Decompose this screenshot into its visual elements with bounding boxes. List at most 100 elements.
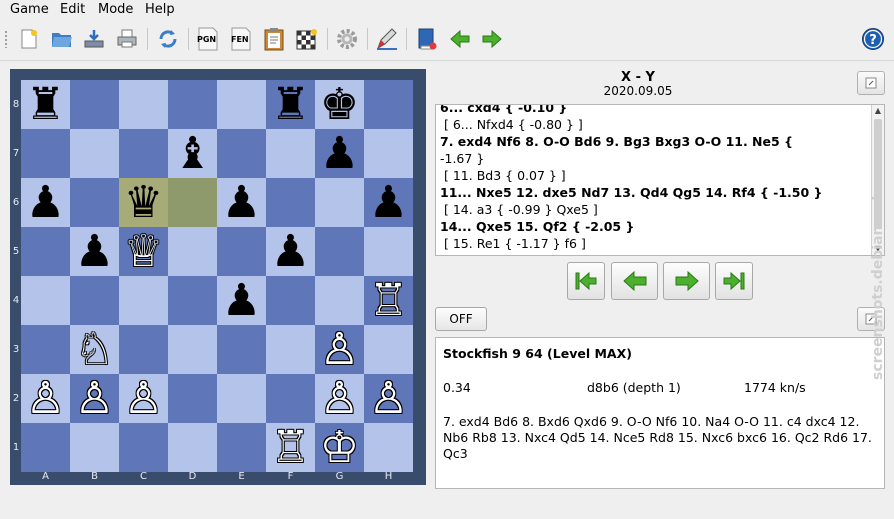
square-d4[interactable] [168, 276, 217, 325]
move-line[interactable]: 11... Nxe5 12. dxe5 Nd7 13. Qd4 Qg5 14. … [440, 184, 868, 201]
black-rook-icon[interactable]: ♜ [26, 80, 65, 129]
square-b2[interactable]: ♙ [70, 374, 119, 423]
square-a3[interactable] [21, 325, 70, 374]
black-king-icon[interactable]: ♚ [320, 80, 359, 129]
white-rook-icon[interactable]: ♖ [369, 276, 408, 325]
square-h5[interactable] [364, 227, 413, 276]
square-h4[interactable]: ♖ [364, 276, 413, 325]
square-f1[interactable]: ♖ [266, 423, 315, 472]
square-e5[interactable] [217, 227, 266, 276]
black-rook-icon[interactable]: ♜ [271, 80, 310, 129]
square-c4[interactable] [119, 276, 168, 325]
square-d5[interactable] [168, 227, 217, 276]
square-b6[interactable] [70, 178, 119, 227]
white-rook-icon[interactable]: ♖ [271, 423, 310, 472]
help-button[interactable]: ? [859, 25, 887, 53]
next-move-button[interactable] [663, 262, 710, 300]
square-a5[interactable] [21, 227, 70, 276]
move-line[interactable]: 15... Qd6 16. Rf1 f6 17. Bd3 Qe5 { -1.20… [440, 252, 868, 255]
variation-line[interactable]: [ 11. Bd3 { 0.07 } ] [440, 167, 868, 184]
black-pawn-icon[interactable]: ♟ [26, 178, 65, 227]
black-queen-icon[interactable]: ♛ [124, 178, 163, 227]
square-d8[interactable] [168, 80, 217, 129]
square-d7[interactable]: ♝ [168, 129, 217, 178]
square-d1[interactable] [168, 423, 217, 472]
menu-help[interactable]: Help [145, 2, 175, 17]
back-button[interactable] [446, 25, 474, 53]
black-pawn-icon[interactable]: ♟ [75, 227, 114, 276]
refresh-button[interactable] [154, 25, 182, 53]
square-h8[interactable] [364, 80, 413, 129]
square-f4[interactable] [266, 276, 315, 325]
square-b7[interactable] [70, 129, 119, 178]
engine-toggle-button[interactable]: OFF [435, 307, 487, 331]
white-king-icon[interactable]: ♔ [320, 423, 359, 472]
toolbar-grip[interactable] [4, 30, 8, 48]
clipboard-button[interactable] [260, 25, 288, 53]
square-c5[interactable]: ♕ [119, 227, 168, 276]
square-f2[interactable] [266, 374, 315, 423]
square-b3[interactable]: ♘ [70, 325, 119, 374]
square-h2[interactable]: ♙ [364, 374, 413, 423]
square-f3[interactable] [266, 325, 315, 374]
fen-button[interactable]: FEN [227, 25, 255, 53]
move-list[interactable]: 6... cxd4 { -0.10 }[ 6... Nfxd4 { -0.80 … [435, 104, 885, 256]
square-b8[interactable] [70, 80, 119, 129]
square-e8[interactable] [217, 80, 266, 129]
square-e6[interactable]: ♟ [217, 178, 266, 227]
square-e2[interactable] [217, 374, 266, 423]
variation-line[interactable]: [ 6... Nfxd4 { -0.80 } ] [440, 116, 868, 133]
square-b4[interactable] [70, 276, 119, 325]
white-knight-icon[interactable]: ♘ [75, 325, 114, 374]
square-e4[interactable]: ♟ [217, 276, 266, 325]
move-line[interactable]: -1.67 } [440, 150, 868, 167]
settings-button[interactable] [333, 25, 361, 53]
square-a2[interactable]: ♙ [21, 374, 70, 423]
black-pawn-icon[interactable]: ♟ [222, 178, 261, 227]
square-b1[interactable] [70, 423, 119, 472]
white-pawn-icon[interactable]: ♙ [124, 374, 163, 423]
square-g6[interactable] [315, 178, 364, 227]
square-d3[interactable] [168, 325, 217, 374]
square-c3[interactable] [119, 325, 168, 374]
square-h6[interactable]: ♟ [364, 178, 413, 227]
open-button[interactable] [48, 25, 76, 53]
forward-button[interactable] [478, 25, 506, 53]
book-button[interactable] [413, 25, 441, 53]
square-f7[interactable] [266, 129, 315, 178]
new-game-button[interactable] [15, 25, 43, 53]
square-h3[interactable] [364, 325, 413, 374]
square-a4[interactable] [21, 276, 70, 325]
move-line[interactable]: 6... cxd4 { -0.10 } [440, 105, 868, 116]
square-a1[interactable] [21, 423, 70, 472]
white-pawn-icon[interactable]: ♙ [320, 325, 359, 374]
last-move-button[interactable] [715, 262, 753, 300]
square-g4[interactable] [315, 276, 364, 325]
white-pawn-icon[interactable]: ♙ [320, 374, 359, 423]
square-f5[interactable]: ♟ [266, 227, 315, 276]
square-h7[interactable] [364, 129, 413, 178]
variation-line[interactable]: [ 15. Re1 { -1.17 } f6 ] [440, 235, 868, 252]
menu-mode[interactable]: Mode [98, 2, 133, 17]
variation-line[interactable]: [ 14. a3 { -0.99 } Qxe5 ] [440, 201, 868, 218]
black-pawn-icon[interactable]: ♟ [320, 129, 359, 178]
save-button[interactable] [80, 25, 108, 53]
edit-header-button[interactable] [857, 71, 885, 95]
pgn-button[interactable]: PGN [194, 25, 222, 53]
black-pawn-icon[interactable]: ♟ [222, 276, 261, 325]
black-pawn-icon[interactable]: ♟ [271, 227, 310, 276]
previous-move-button[interactable] [611, 262, 658, 300]
square-c7[interactable] [119, 129, 168, 178]
menu-edit[interactable]: Edit [60, 2, 85, 17]
print-button[interactable] [113, 25, 141, 53]
square-c8[interactable] [119, 80, 168, 129]
move-line[interactable]: 14... Qxe5 15. Qf2 { -2.05 } [440, 218, 868, 235]
white-queen-icon[interactable]: ♕ [124, 227, 163, 276]
square-f6[interactable] [266, 178, 315, 227]
square-h1[interactable] [364, 423, 413, 472]
first-move-button[interactable] [567, 262, 605, 300]
square-e7[interactable] [217, 129, 266, 178]
square-f8[interactable]: ♜ [266, 80, 315, 129]
square-a8[interactable]: ♜ [21, 80, 70, 129]
square-a7[interactable] [21, 129, 70, 178]
